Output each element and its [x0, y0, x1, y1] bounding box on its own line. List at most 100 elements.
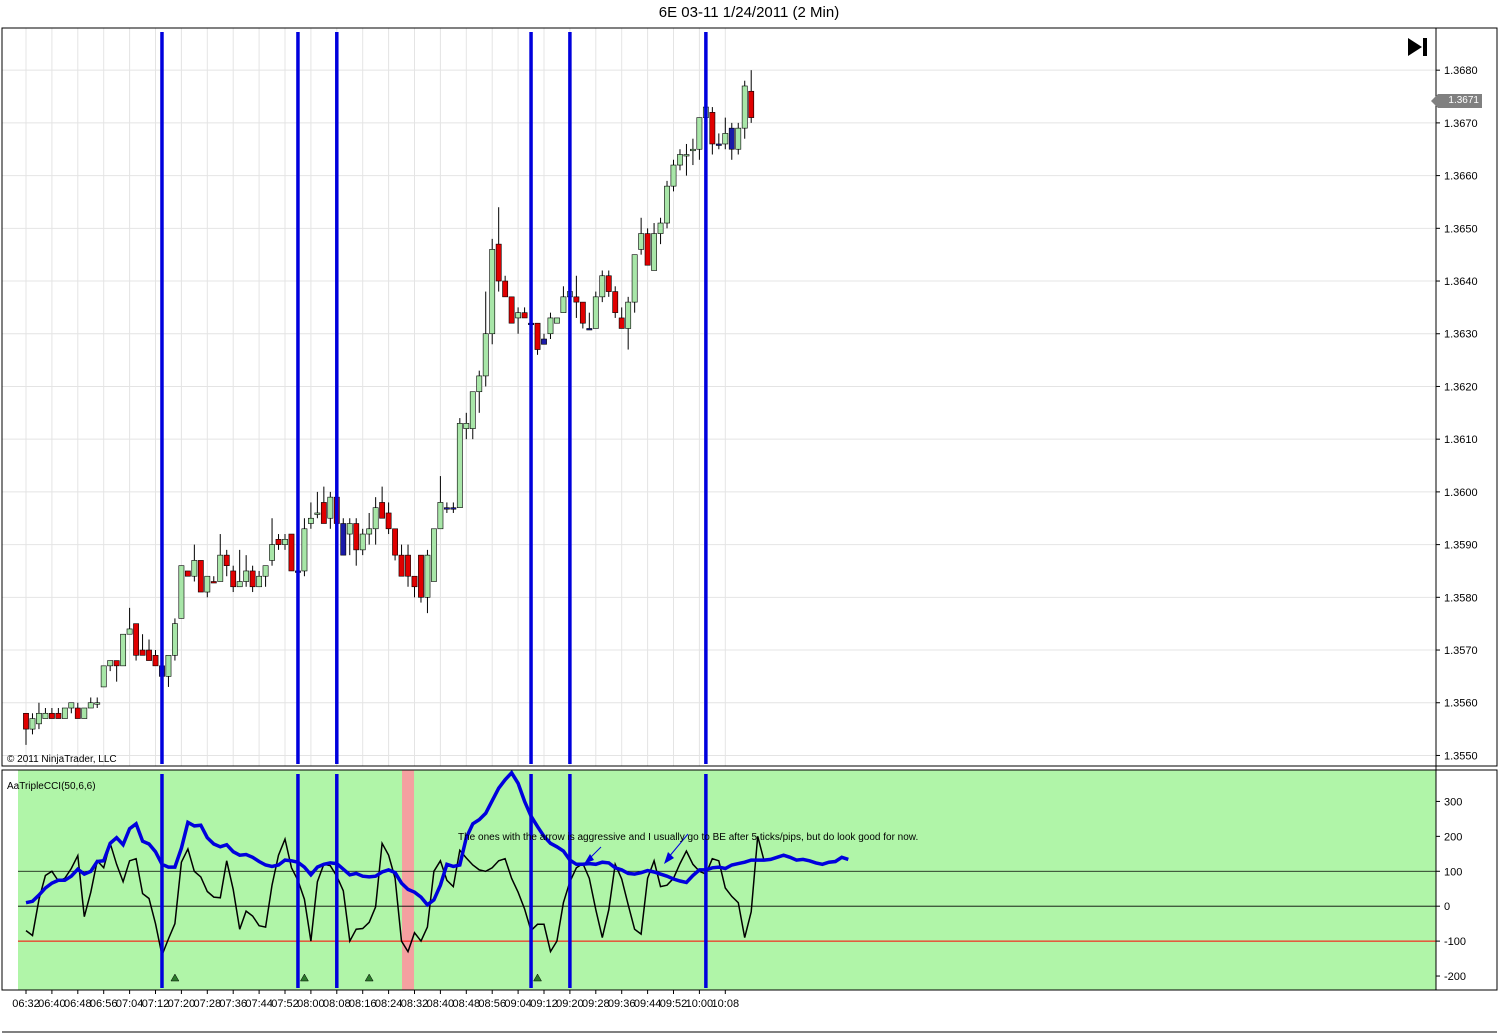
- indicator-label: AaTripleCCI(50,6,6): [7, 781, 96, 792]
- candle-body: [48, 712, 55, 719]
- indicator-panel: 300 200 100 0 -100 -200: [18, 769, 1466, 990]
- candle-body: [385, 512, 392, 530]
- candle-body: [398, 554, 405, 577]
- price-tick-label: 1.3670: [1444, 118, 1478, 130]
- candle-body: [579, 301, 586, 324]
- candle-body: [618, 317, 625, 329]
- candle-body: [431, 528, 437, 582]
- time-tick-label: 08:48: [453, 998, 481, 1010]
- candle-body: [223, 554, 230, 566]
- price-tick-label: 1.3680: [1444, 65, 1478, 77]
- candle-body: [139, 649, 146, 656]
- candle-body: [210, 581, 217, 584]
- indicator-highlight-bar: [402, 770, 415, 990]
- candle-body: [489, 249, 496, 335]
- candle-body: [269, 544, 275, 561]
- price-tick-label: 1.3650: [1444, 223, 1478, 235]
- time-tick-label: 09:20: [556, 998, 584, 1010]
- candle-body: [81, 707, 88, 719]
- candle-body: [307, 517, 314, 524]
- candle-body: [424, 554, 431, 598]
- indicator-tick-label: 0: [1444, 901, 1450, 913]
- candle-body: [236, 581, 243, 588]
- indicator-tick-label: 100: [1444, 866, 1462, 878]
- price-panel: 1.3550 1.3560 1.3570 1.3580 1.3590 1.3600 1.36…: [2, 28, 1478, 766]
- chart-canvas[interactable]: 1.3550 1.3560 1.3570 1.3580 1.3590 1.3600 1.36…: [0, 0, 1498, 1034]
- candle-body: [456, 423, 463, 509]
- candle-body: [320, 502, 327, 524]
- time-tick-label: 08:56: [478, 998, 506, 1010]
- price-tick-label: 1.3570: [1444, 645, 1478, 657]
- price-tick-label: 1.3600: [1444, 487, 1478, 499]
- candle-body: [314, 512, 321, 515]
- candle-body: [502, 280, 509, 298]
- candle-body: [631, 254, 638, 303]
- time-tick-label: 09:36: [608, 998, 636, 1010]
- candle-body: [547, 317, 554, 335]
- candle-body: [165, 654, 172, 677]
- indicator-tick-label: 200: [1444, 831, 1462, 843]
- candle-body: [152, 654, 159, 667]
- time-tick-label: 08:24: [375, 998, 403, 1010]
- candle-body: [443, 507, 450, 510]
- candle-body: [178, 565, 185, 619]
- price-tick-label: 1.3660: [1444, 171, 1478, 183]
- time-tick-label: 09:28: [582, 998, 610, 1010]
- indicator-tick-label: -100: [1444, 936, 1466, 948]
- candle-body: [353, 523, 360, 551]
- candle-body: [735, 127, 742, 150]
- candle-body: [42, 712, 49, 719]
- candle-body: [651, 233, 657, 271]
- candle-body: [366, 528, 373, 535]
- candle-body: [191, 560, 198, 577]
- price-panel-frame: [1, 27, 1498, 767]
- time-tick-label: 09:52: [660, 998, 688, 1010]
- candle-body: [243, 570, 250, 582]
- candle-body: [709, 112, 716, 145]
- candle-body: [696, 117, 703, 150]
- indicator-tick-label: -200: [1444, 971, 1466, 983]
- candle-body: [94, 702, 101, 705]
- time-tick-label: 07:12: [142, 998, 170, 1010]
- candle-body: [554, 317, 560, 324]
- copyright-notice: © 2011 NinjaTrader, LLC: [7, 754, 117, 765]
- time-tick-label: 08:40: [427, 998, 455, 1010]
- time-tick-label: 09:04: [504, 998, 532, 1010]
- price-tick-label: 1.3610: [1444, 434, 1478, 446]
- candle-body: [256, 575, 262, 588]
- candle-body: [107, 660, 114, 667]
- skip-to-end-icon[interactable]: [1406, 36, 1430, 58]
- chart-annotation: The ones with the arrow is aggressive an…: [458, 832, 919, 843]
- time-tick-label: 06:32: [12, 998, 40, 1010]
- time-tick-label: 07:28: [194, 998, 222, 1010]
- time-tick-label: 07:04: [116, 998, 144, 1010]
- candle-body: [450, 507, 457, 510]
- candle-body: [172, 623, 178, 656]
- time-tick-label: 08:08: [323, 998, 351, 1010]
- price-tick-label: 1.3630: [1444, 329, 1478, 341]
- candle-body: [87, 702, 94, 709]
- candle-body: [476, 375, 483, 393]
- candle-body: [677, 154, 683, 166]
- candle-body: [68, 702, 75, 709]
- candle-body: [379, 502, 386, 519]
- candle-body: [55, 712, 62, 719]
- candle-body: [184, 570, 191, 577]
- candle-body: [670, 164, 677, 187]
- time-tick-label: 08:32: [401, 998, 429, 1010]
- candle-body: [605, 275, 612, 292]
- time-tick-label: 07:36: [219, 998, 247, 1010]
- candle-body: [638, 233, 645, 250]
- price-tick-label: 1.3560: [1444, 698, 1478, 710]
- price-tick-label: 1.3580: [1444, 592, 1478, 604]
- candle-body: [411, 575, 418, 588]
- candle-body: [599, 275, 606, 298]
- candle-body: [560, 296, 567, 313]
- candle-body: [586, 328, 593, 331]
- price-tick-label: 1.3550: [1444, 750, 1478, 762]
- candle-body: [120, 633, 127, 667]
- candle-body: [133, 623, 139, 656]
- candle-body: [301, 528, 308, 572]
- candle-body: [508, 296, 515, 324]
- candle-body: [612, 291, 619, 313]
